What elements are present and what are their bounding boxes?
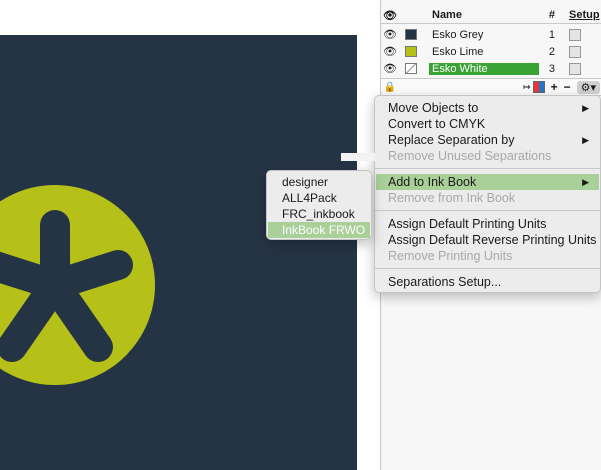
separation-number: 2 (548, 45, 555, 58)
separation-name: Esko Lime (432, 45, 484, 58)
menu-item-move-objects-to[interactable]: Move Objects to ▶ (376, 100, 599, 116)
separations-header: 👁 Name # Setup (381, 7, 601, 24)
eye-icon[interactable]: 👁 (381, 28, 399, 41)
color-palette-icon[interactable] (532, 81, 545, 93)
gear-icon[interactable]: ⚙▾ (576, 80, 600, 94)
ink-book-frc-inkbook[interactable]: FRC_inkbook (268, 206, 370, 222)
remove-separation-button[interactable]: − (564, 80, 571, 94)
menu-separator (375, 268, 600, 269)
separation-number: 1 (548, 28, 555, 41)
submenu-arrow-icon: ▶ (582, 177, 589, 187)
ink-book-designer[interactable]: designer (268, 174, 370, 190)
separations-context-menu: Move Objects to ▶ Convert to CMYK Replace… (374, 95, 601, 293)
separation-row-esko-white[interactable]: 👁 Esko White 3 (381, 60, 601, 77)
menu-separator (375, 168, 600, 169)
menu-item-remove-unused-separations: Remove Unused Separations (388, 149, 552, 163)
menu-item-replace-separation[interactable]: Replace Separation by ▶ (376, 132, 599, 148)
eye-icon[interactable]: 👁 (381, 62, 399, 75)
color-swatch (405, 63, 417, 74)
header-number[interactable]: # (539, 9, 555, 21)
menu-item-convert-to-cmyk[interactable]: Convert to CMYK (376, 116, 599, 132)
ink-book-frwo[interactable]: InkBook FRWO (268, 222, 370, 238)
setup-checkbox[interactable] (569, 62, 581, 75)
menu-shadow-artifact (341, 153, 375, 161)
ink-book-submenu: designer ALL4Pack FRC_inkbook InkBook FR… (266, 170, 372, 240)
ink-book-all4pack[interactable]: ALL4Pack (268, 190, 370, 206)
header-name[interactable]: Name (429, 9, 539, 21)
menu-item-assign-default-reverse-printing-units[interactable]: Assign Default Reverse Printing Units (376, 232, 599, 248)
separation-row-esko-lime[interactable]: 👁 Esko Lime 2 (381, 43, 601, 60)
header-setup[interactable]: Setup (569, 9, 600, 21)
visibility-icon: 👁 (383, 9, 397, 22)
menu-item-remove-from-ink-book: Remove from Ink Book (388, 191, 516, 205)
color-swatch (405, 29, 417, 40)
setup-checkbox[interactable] (569, 45, 581, 58)
menu-item-remove-printing-units: Remove Printing Units (388, 249, 513, 263)
separation-name: Esko Grey (432, 28, 484, 41)
menu-item-assign-default-printing-units[interactable]: Assign Default Printing Units (376, 216, 599, 232)
move-to-icon[interactable]: ↦ (523, 82, 531, 93)
separation-number: 3 (548, 62, 555, 75)
menu-item-add-to-ink-book[interactable]: Add to Ink Book ▶ (376, 174, 599, 190)
lock-icon[interactable]: 🔒 (381, 82, 399, 93)
setup-checkbox[interactable] (569, 28, 581, 41)
submenu-arrow-icon: ▶ (582, 103, 589, 113)
esko-asterisk-logo (0, 185, 155, 385)
submenu-arrow-icon: ▶ (582, 135, 589, 145)
separations-toolbar: 🔒 ↦ + − ⚙▾ (381, 78, 601, 96)
artwork-background (0, 35, 357, 470)
separation-name: Esko White (429, 62, 539, 75)
separation-row-esko-grey[interactable]: 👁 Esko Grey 1 (381, 26, 601, 43)
eye-icon[interactable]: 👁 (381, 45, 399, 58)
add-separation-button[interactable]: + (551, 80, 558, 94)
menu-separator (375, 210, 600, 211)
color-swatch (405, 46, 417, 57)
menu-item-separations-setup[interactable]: Separations Setup... (376, 274, 599, 290)
